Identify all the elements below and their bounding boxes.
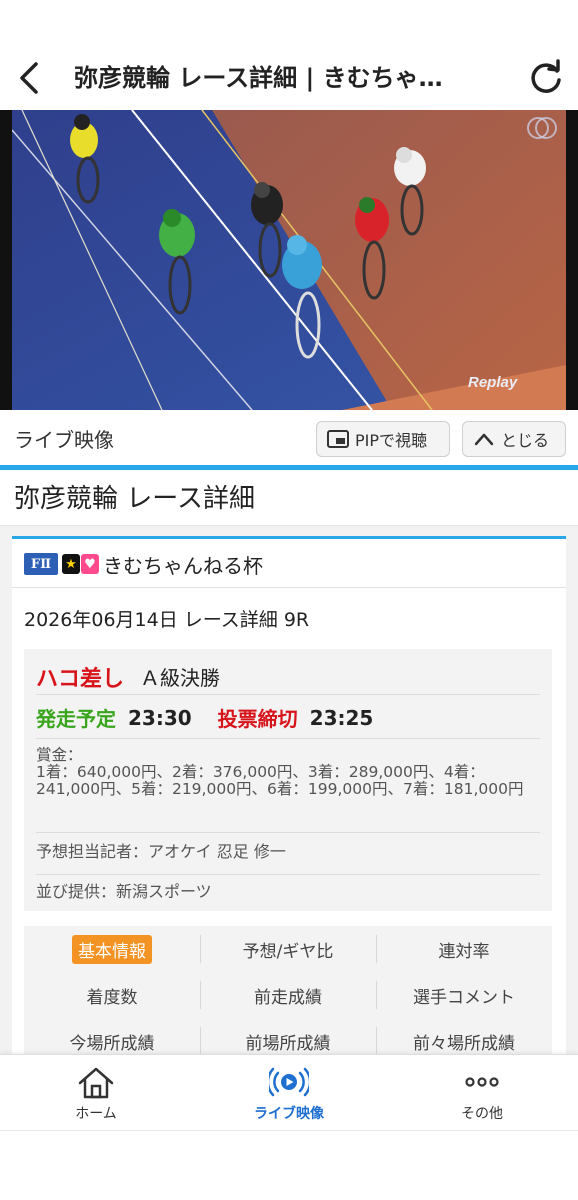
nav-live-video[interactable]: ライブ映像 (193, 1055, 385, 1131)
header-title: 弥彦競輪 レース詳細 | きむちゃ… (74, 64, 443, 92)
prize-text: 1着：640,000円、2着：376,000円、3着：289,000円、4着：2… (36, 763, 524, 798)
race-info-box: ハコ差し Ａ級決勝 発走予定 23:30 投票締切 23:25 賞金： 1着：6… (24, 649, 552, 911)
tab-label: 今場所成績 (69, 1033, 155, 1054)
tab-finish-counts[interactable]: 着度数 (24, 972, 200, 1018)
heart-icon: ♥ (81, 554, 99, 574)
pip-label: PIPで視聴 (355, 431, 428, 450)
tab-label: 前々場所成績 (413, 1033, 515, 1054)
video-letterbox-left (0, 110, 12, 410)
nav-other-label: その他 (461, 1106, 503, 1122)
reload-icon (531, 59, 561, 93)
tab-separator (376, 935, 377, 963)
start-time: 23:30 (128, 705, 192, 730)
page-title: 弥彦競輪 レース詳細 (14, 484, 255, 514)
info-tabs: 基本情報 予想/ギヤ比 連対率 着度数 前走成績 選手コメント 今場所成績 前場… (24, 926, 552, 1054)
tab-label: 予想/ギヤ比 (242, 941, 334, 962)
tab-label: 連対率 (438, 941, 490, 962)
star-icon: ★ (62, 554, 80, 574)
tab-separator (200, 1027, 201, 1054)
system-nav-area (0, 1130, 578, 1200)
tab-separator (200, 935, 201, 963)
race-video-frame: Replay (12, 110, 566, 410)
tab-current-meet[interactable]: 今場所成績 (24, 1018, 200, 1054)
more-dots-icon (465, 1077, 499, 1087)
nav-live-label: ライブ映像 (254, 1106, 324, 1122)
provider-info: 並び提供：新潟スポーツ (36, 882, 212, 901)
tab-separator (376, 1027, 377, 1054)
home-icon (78, 1067, 114, 1099)
tab-label: 基本情報 (72, 934, 152, 964)
tab-label: 着度数 (86, 987, 138, 1008)
tab-label: 前走成績 (254, 987, 322, 1008)
live-video-bar: ライブ映像 PIPで視聴 とじる (0, 410, 578, 466)
nav-home[interactable]: ホーム (0, 1055, 192, 1131)
reporter-info: 予想担当記者：アオケイ 忍足 修一 (36, 841, 540, 875)
cup-name: きむちゃんねる杯 (103, 553, 263, 578)
start-label: 発走予定 (36, 707, 116, 731)
race-time-row: 発走予定 23:30 投票締切 23:25 (36, 697, 540, 739)
race-class: Ａ級決勝 (140, 666, 221, 690)
tab-prediction-gear[interactable]: 予想/ギヤ比 (200, 926, 376, 972)
cup-row: FⅡ ★ ♥ きむちゃんねる杯 (24, 549, 263, 579)
tab-previous-meet[interactable]: 前場所成績 (200, 1018, 376, 1054)
prize-label: 賞金： (36, 746, 83, 764)
back-button[interactable] (14, 58, 48, 98)
tab-basic-info[interactable]: 基本情報 (24, 926, 200, 972)
race-date: 2026年06月14日 レース詳細 9R (24, 609, 310, 631)
live-broadcast-icon (269, 1067, 309, 1097)
page-title-bar: 弥彦競輪 レース詳細 (0, 470, 578, 526)
prize-info: 賞金： 1着：640,000円、2着：376,000円、3着：289,000円、… (36, 747, 540, 833)
race-detail-card: FⅡ ★ ♥ きむちゃんねる杯 2026年06月14日 レース詳細 9R ハコ差… (12, 536, 566, 1054)
live-video-label: ライブ映像 (14, 428, 114, 452)
divider (12, 587, 566, 588)
chevron-up-icon (474, 433, 494, 446)
replay-label: Replay (468, 374, 518, 391)
video-letterbox-right (566, 110, 578, 410)
nav-home-label: ホーム (75, 1106, 117, 1122)
reload-button[interactable] (526, 58, 566, 98)
race-type-row: ハコ差し Ａ級決勝 (36, 659, 540, 695)
chevron-left-icon (20, 62, 38, 94)
grade-badge: FⅡ (24, 553, 58, 575)
nav-other[interactable]: その他 (386, 1055, 578, 1131)
close-label: 投票締切 (217, 707, 298, 731)
tab-label: 選手コメント (413, 987, 515, 1008)
app-header: 弥彦競輪 レース詳細 | きむちゃ… (0, 0, 578, 110)
pip-icon (327, 430, 349, 448)
live-video-player[interactable]: Replay (12, 110, 566, 410)
tab-label: 前場所成績 (245, 1033, 331, 1054)
tab-two-meets-ago[interactable]: 前々場所成績 (376, 1018, 552, 1054)
close-video-label: とじる (501, 431, 550, 450)
tab-rider-comments[interactable]: 選手コメント (376, 972, 552, 1018)
bottom-navigation: ホーム ライブ映像 その他 (0, 1054, 578, 1130)
race-type: ハコ差し (36, 666, 125, 692)
close-time: 23:25 (309, 705, 374, 730)
tab-separator (376, 981, 377, 1009)
tab-place-rate[interactable]: 連対率 (376, 926, 552, 972)
tab-separator (200, 981, 201, 1009)
pip-button[interactable]: PIPで視聴 (316, 421, 450, 457)
tab-previous-results[interactable]: 前走成績 (200, 972, 376, 1018)
close-video-button[interactable]: とじる (462, 421, 566, 457)
